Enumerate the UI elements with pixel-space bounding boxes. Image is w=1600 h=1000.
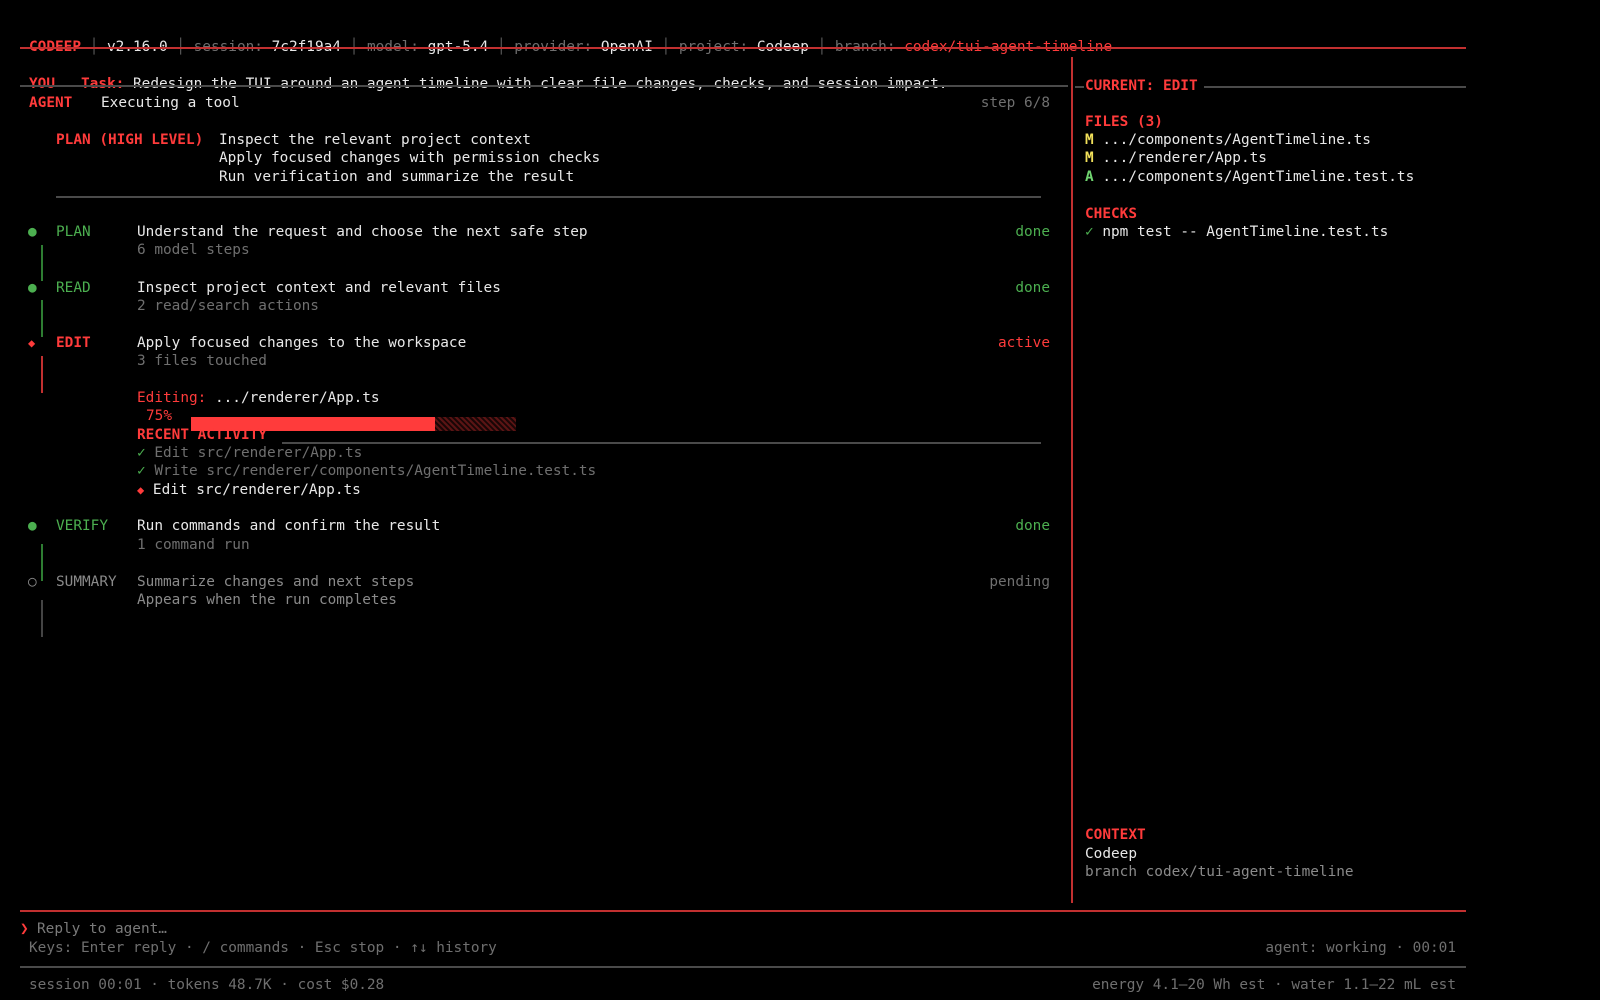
plan-label: PLAN (HIGH LEVEL) — [56, 132, 204, 148]
task-line: YOU Task: Redesign the TUI around an age… — [29, 57, 947, 93]
editing-label: Editing: — [137, 390, 207, 406]
timeline-step-read: READ — [56, 280, 91, 296]
timeline-connector — [41, 356, 43, 393]
current-header-rule — [1204, 86, 1466, 88]
file-item: A .../components/AgentTimeline.test.ts — [1085, 168, 1414, 186]
modified-badge: M — [1085, 132, 1094, 148]
timeline-title-edit: Apply focused changes to the workspace — [137, 335, 467, 351]
timeline-status-edit: active — [998, 335, 1050, 351]
file-path[interactable]: .../components/AgentTimeline.test.ts — [1102, 169, 1414, 185]
list-item: ◆ Edit src/renderer/App.ts — [137, 482, 361, 498]
recent-activity-divider — [282, 442, 1041, 444]
plan-step-2: Apply focused changes with permission ch… — [219, 150, 601, 166]
task-label: Task: — [81, 76, 125, 92]
check-command: npm test -- AgentTimeline.test.ts — [1102, 224, 1389, 240]
reply-input[interactable] — [37, 919, 1217, 939]
recent-activity-label: RECENT ACTIVITY — [137, 427, 267, 443]
checks-label: CHECKS — [1085, 206, 1137, 222]
file-path[interactable]: .../components/AgentTimeline.ts — [1102, 132, 1371, 148]
session-stats: session 00:01 · tokens 48.7K · cost $0.2… — [29, 977, 385, 993]
keys-hint: Keys: Enter reply · / commands · Esc sto… — [29, 940, 497, 956]
current-header-rule — [1075, 86, 1084, 88]
prompt-chevron-icon: ❯ — [20, 921, 29, 937]
agent-status-indicator: agent: working · 00:01 — [1265, 940, 1456, 956]
timeline-title-plan: Understand the request and choose the ne… — [137, 224, 588, 240]
agent-label: AGENT — [29, 95, 73, 111]
timeline-sub-edit: 3 files touched — [137, 353, 267, 369]
context-branch: branch codex/tui-agent-timeline — [1085, 864, 1354, 880]
list-item: ✓ Write src/renderer/components/AgentTim… — [137, 463, 597, 479]
you-label: YOU — [29, 76, 55, 92]
input-divider — [20, 910, 1466, 912]
timeline-status-read: done — [1015, 280, 1050, 296]
check-item: ✓ npm test -- AgentTimeline.test.ts — [1085, 223, 1388, 241]
header-divider — [20, 47, 1466, 49]
timeline-status-summary: pending — [989, 574, 1050, 590]
check-icon: ✓ — [1085, 224, 1094, 240]
file-item: M .../renderer/App.ts — [1085, 149, 1267, 167]
timeline-step-verify: VERIFY — [56, 518, 108, 534]
timeline-connector — [41, 544, 43, 581]
timeline-title-summary: Summarize changes and next steps — [137, 574, 415, 590]
plan-bullet-icon: ● — [28, 224, 37, 240]
timeline-title-verify: Run commands and confirm the result — [137, 518, 441, 534]
footer-divider — [20, 966, 1466, 968]
timeline-sub-summary: Appears when the run completes — [137, 592, 397, 608]
edit-diamond-icon: ◆ — [28, 336, 36, 350]
modified-badge: M — [1085, 150, 1094, 166]
current-step-label: CURRENT: EDIT — [1085, 78, 1198, 94]
progress-text: 75% — [146, 408, 172, 424]
summary-bullet-icon: ○ — [28, 574, 37, 590]
timeline-sub-plan: 6 model steps — [137, 242, 250, 258]
verify-bullet-icon: ● — [28, 518, 37, 534]
check-icon: ✓ — [137, 463, 146, 479]
context-label: CONTEXT — [1085, 827, 1146, 843]
timeline-step-edit: EDIT — [56, 335, 91, 351]
file-item: M .../components/AgentTimeline.ts — [1085, 131, 1371, 149]
timeline-step-plan: PLAN — [56, 224, 91, 240]
timeline-title-read: Inspect project context and relevant fil… — [137, 280, 501, 296]
list-item: ✓ Edit src/renderer/App.ts — [137, 445, 363, 461]
timeline-status-plan: done — [1015, 224, 1050, 240]
plan-step-3: Run verification and summarize the resul… — [219, 169, 575, 185]
editing-line: Editing: .../renderer/App.ts — [137, 389, 380, 407]
timeline-sub-verify: 1 command run — [137, 537, 250, 553]
timeline-connector — [41, 245, 43, 281]
task-text: Redesign the TUI around an agent timelin… — [133, 76, 948, 92]
step-counter: step 6/8 — [980, 95, 1050, 111]
plan-step-1: Inspect the relevant project context — [219, 132, 531, 148]
files-label: FILES (3) — [1085, 114, 1163, 130]
header-bar: CODEEP │ v2.16.0 │ session: 7c2f19a4 │ m… — [29, 39, 1113, 55]
added-badge: A — [1085, 169, 1094, 185]
panel-divider — [1071, 57, 1073, 903]
task-divider — [20, 85, 1068, 87]
file-path[interactable]: .../renderer/App.ts — [1102, 150, 1267, 166]
timeline-status-verify: done — [1015, 518, 1050, 534]
timeline-sub-read: 2 read/search actions — [137, 298, 319, 314]
check-icon: ✓ — [137, 445, 146, 461]
read-bullet-icon: ● — [28, 280, 37, 296]
editing-file: .../renderer/App.ts — [214, 390, 380, 406]
timeline-connector — [41, 300, 43, 337]
timeline-connector — [41, 600, 43, 637]
context-project: Codeep — [1085, 846, 1137, 862]
diamond-icon: ◆ — [137, 483, 145, 497]
plan-divider — [56, 196, 1041, 198]
impact-stats: energy 4.1–20 Wh est · water 1.1–22 mL e… — [1092, 977, 1456, 993]
timeline-step-summary: SUMMARY — [56, 574, 117, 590]
agent-status: Executing a tool — [101, 95, 240, 111]
